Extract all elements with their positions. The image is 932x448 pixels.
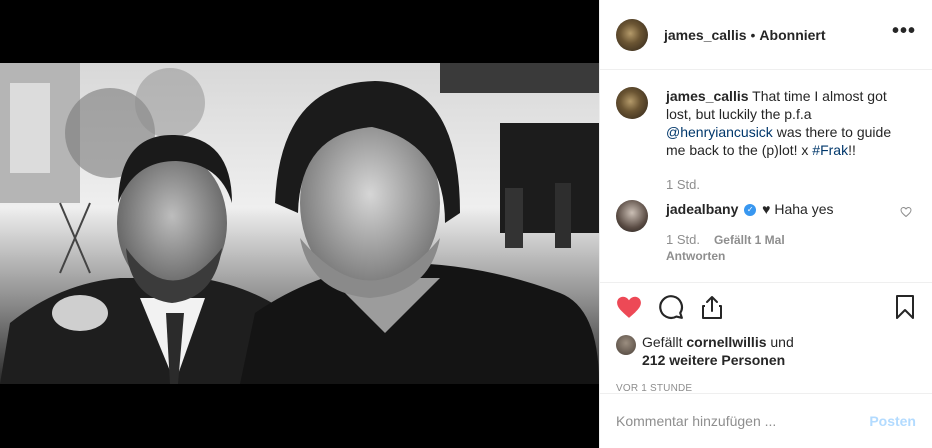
mention-link[interactable]: @henryiancusick [666, 124, 773, 140]
add-comment-section: Posten [600, 393, 932, 448]
header-separator: • [750, 26, 756, 43]
post-actions: Gefällt cornellwillis und 212 weitere Pe… [600, 282, 932, 394]
likes-prefix: Gefällt [642, 334, 687, 350]
hashtag-link[interactable]: #Frak [812, 142, 848, 158]
reply-text: jadealbany ✓ ♥ Haha yes [666, 200, 896, 218]
post-media[interactable] [0, 0, 599, 448]
bookmark-icon[interactable] [894, 294, 916, 320]
header-user-info: james_callis • Abonniert [664, 27, 826, 43]
more-options-icon[interactable]: ••• [892, 21, 916, 49]
caption-meta: 1 Std. [666, 177, 896, 192]
reply-button[interactable]: Antworten [666, 249, 896, 263]
reply-author-avatar[interactable] [616, 200, 648, 232]
caption-text: james_callis That time I almost got lost… [666, 87, 896, 159]
comment-input[interactable] [616, 413, 870, 429]
caption-username[interactable]: james_callis [666, 88, 749, 104]
reply-comment: jadealbany ✓ ♥ Haha yes 1 Std. Gefällt 1… [616, 200, 916, 263]
author-username[interactable]: james_callis [664, 27, 747, 43]
author-avatar[interactable] [616, 18, 648, 51]
likes-text: Gefällt cornellwillis und 212 weitere Pe… [642, 333, 794, 369]
reply-username[interactable]: jadealbany [666, 201, 738, 217]
likes-summary: Gefällt cornellwillis und 212 weitere Pe… [616, 333, 916, 369]
reply-body: Haha yes [770, 201, 834, 217]
caption-author-avatar[interactable] [616, 87, 648, 119]
heart-icon[interactable] [616, 295, 642, 319]
small-heart-icon[interactable] [900, 206, 912, 221]
caption-text-part: !! [848, 142, 856, 158]
reply-likes[interactable]: Gefällt 1 Mal [714, 233, 785, 247]
caption-comment: james_callis That time I almost got lost… [616, 87, 916, 192]
instagram-post: james_callis • Abonniert ••• james_calli… [0, 0, 932, 448]
follow-status-button[interactable]: Abonniert [759, 27, 825, 43]
post-header: james_callis • Abonniert ••• [600, 0, 932, 70]
post-photo[interactable] [0, 63, 599, 384]
caption-time[interactable]: 1 Std. [666, 177, 700, 192]
reply-meta: 1 Std. Gefällt 1 Mal [666, 232, 896, 247]
action-icons [616, 293, 916, 321]
comments-section: james_callis That time I almost got lost… [600, 71, 932, 281]
post-comment-button[interactable]: Posten [869, 413, 916, 429]
comment-icon[interactable] [658, 294, 684, 320]
verified-icon: ✓ [744, 204, 757, 217]
liker-username[interactable]: cornellwillis [686, 334, 766, 350]
share-icon[interactable] [700, 294, 724, 320]
liker-avatar[interactable] [616, 335, 636, 355]
likes-middle: und [766, 334, 794, 350]
other-likers-link[interactable]: 212 weitere Personen [642, 352, 785, 368]
reply-time[interactable]: 1 Std. [666, 232, 700, 247]
black-white-photo-illustration [0, 63, 599, 384]
post-sidebar: james_callis • Abonniert ••• james_calli… [599, 0, 932, 448]
